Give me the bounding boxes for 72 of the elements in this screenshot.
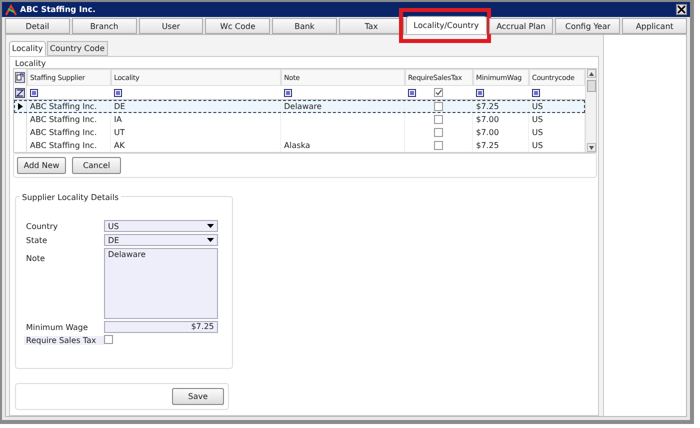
table-cell: $7.25: [476, 102, 499, 111]
table-cell: Delaware: [284, 102, 322, 111]
logo-icon: [5, 4, 17, 16]
save-button[interactable]: Save: [172, 388, 224, 405]
field-label: Require Sales Tax: [24, 336, 104, 345]
close-icon[interactable]: [676, 4, 687, 15]
table-cell: US: [532, 141, 543, 150]
scroll-thumb[interactable]: [586, 80, 596, 92]
group-title: Locality: [15, 59, 46, 68]
field-label: Note: [26, 254, 46, 263]
field-label: Country: [26, 222, 59, 230]
table-cell: $7.00: [476, 128, 499, 137]
scroll-up-icon[interactable]: [586, 69, 596, 78]
field-label: Minimum Wage: [26, 322, 89, 332]
column-chooser-icon[interactable]: [15, 72, 25, 83]
current-row-icon: [18, 103, 22, 110]
table-cell: ABC Staffing Inc.: [30, 115, 97, 124]
table-cell: Alaska: [284, 141, 310, 150]
note-field[interactable]: Delaware: [104, 248, 218, 319]
tab[interactable]: Config Year: [555, 18, 620, 34]
subtab[interactable]: Country Code: [46, 41, 108, 56]
dropdown-arrow-icon: [207, 238, 214, 242]
tab[interactable]: Wc Code: [205, 18, 270, 34]
tab[interactable]: Applicant: [622, 18, 687, 34]
grid-row[interactable]: ABC Staffing Inc. DE Delaware $7.25 US: [14, 100, 585, 113]
subtab[interactable]: Locality: [9, 41, 46, 56]
filter-icon[interactable]: [284, 88, 292, 96]
tab[interactable]: Tax: [338, 18, 404, 34]
filter-icon[interactable]: [30, 88, 38, 96]
tab[interactable]: Branch: [72, 18, 137, 34]
table-cell: ABC Staffing Inc.: [30, 141, 97, 150]
filter-icon[interactable]: [408, 88, 416, 96]
checkbox[interactable]: [434, 128, 443, 137]
scrollbar[interactable]: [585, 69, 596, 152]
table-cell: IA: [114, 115, 122, 124]
checkbox[interactable]: [434, 102, 443, 111]
dropdown[interactable]: US: [104, 220, 218, 232]
grid-row[interactable]: ABC Staffing Inc. AK Alaska $7.25 US: [14, 139, 585, 152]
table-cell: ABC Staffing Inc.: [30, 102, 97, 111]
table-cell: DE: [114, 102, 126, 111]
clear-filter-icon[interactable]: [15, 88, 25, 98]
action-button[interactable]: Cancel: [72, 157, 121, 174]
table-cell: $7.00: [476, 115, 499, 124]
action-button[interactable]: Add New: [17, 157, 66, 174]
table-cell: UT: [114, 128, 125, 137]
tab[interactable]: User: [138, 18, 204, 34]
filter-icon[interactable]: [114, 88, 122, 96]
window-title: ABC Staffing Inc.: [20, 5, 97, 14]
tab[interactable]: Accrual Plan: [488, 18, 554, 34]
scroll-down-icon[interactable]: [586, 143, 596, 152]
tab[interactable]: Locality/Country: [406, 16, 487, 34]
dropdown-arrow-icon: [207, 224, 214, 228]
table-cell: US: [532, 102, 543, 111]
table-cell: ABC Staffing Inc.: [30, 128, 97, 137]
filter-icon[interactable]: [532, 88, 540, 96]
table-cell: US: [532, 115, 543, 124]
grid-row[interactable]: ABC Staffing Inc. UT $7.00 US: [14, 126, 585, 139]
dropdown[interactable]: DE: [104, 234, 218, 246]
tab[interactable]: Bank: [272, 18, 337, 34]
table-cell: $7.25: [476, 141, 499, 150]
field-label: State: [26, 236, 48, 244]
checkbox[interactable]: [434, 115, 443, 124]
grid-row[interactable]: ABC Staffing Inc. IA $7.00 US: [14, 113, 585, 126]
checkbox[interactable]: [434, 141, 443, 150]
checkbox[interactable]: [104, 335, 113, 344]
table-cell: US: [532, 128, 543, 137]
tab[interactable]: Detail: [5, 18, 70, 34]
filter-icon[interactable]: [476, 88, 484, 96]
table-cell: AK: [114, 141, 125, 150]
input-field[interactable]: $7.25: [104, 321, 218, 333]
group-title: Supplier Locality Details: [20, 193, 121, 202]
filter-checkbox[interactable]: [434, 88, 443, 97]
